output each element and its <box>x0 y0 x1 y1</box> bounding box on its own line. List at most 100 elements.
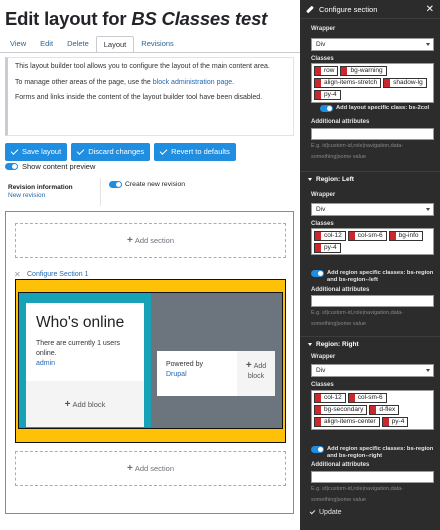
remove-class-icon[interactable] <box>382 418 389 426</box>
right-classes-input[interactable]: col-12 col-sm-6 bg-secondary d-flex alig… <box>311 390 434 430</box>
remove-class-icon[interactable] <box>384 79 391 87</box>
add-section-bottom[interactable]: + Add section <box>15 451 286 486</box>
pencil-icon <box>306 5 314 13</box>
class-chip: col-12 <box>314 393 346 403</box>
check-icon <box>10 147 19 155</box>
remove-class-icon[interactable] <box>348 394 355 402</box>
drupal-link[interactable]: Drupal <box>166 370 203 380</box>
block-admin-link[interactable]: block administration page <box>153 79 232 86</box>
remove-class-icon[interactable] <box>315 406 321 414</box>
content-preview-toggle[interactable] <box>5 163 18 170</box>
add-block-left[interactable]: + Add block <box>26 381 144 427</box>
action-buttons: Save layout Discard changes Revert to de… <box>5 143 236 161</box>
sidebar-title: Configure section <box>319 4 378 14</box>
region-left: Who's online There are currently 1 users… <box>19 293 151 427</box>
remove-class-icon[interactable] <box>341 67 348 75</box>
remove-class-icon[interactable] <box>370 406 377 414</box>
additional-attributes-label: Additional attributes <box>311 287 370 293</box>
attributes-hint: something|some value <box>311 154 366 160</box>
wrapper-select[interactable]: Div <box>311 38 434 51</box>
region-right: Powered by Drupal + Add block <box>157 351 275 396</box>
attributes-hint: E.g. id|custom-id,role|navigation,data- <box>311 310 404 316</box>
save-layout-button[interactable]: Save layout <box>5 143 68 161</box>
section-wrapper: Who's online There are currently 1 users… <box>15 279 286 443</box>
wrapper-label: Wrapper <box>311 354 336 360</box>
revision-subtitle: New revision <box>8 192 46 199</box>
show-content-preview: Show content preview <box>5 162 95 171</box>
class-chip: align-items-center <box>314 417 380 427</box>
left-specific-class-row: Add region specific classes: bs-region a… <box>311 270 435 284</box>
additional-attributes-label: Additional attributes <box>311 462 370 468</box>
left-attributes-input[interactable] <box>311 295 434 307</box>
class-chip: col-sm-6 <box>347 231 387 241</box>
left-wrapper-select[interactable]: Div <box>311 203 434 216</box>
remove-class-icon[interactable] <box>348 232 355 240</box>
remove-class-icon[interactable] <box>315 418 321 426</box>
main-content: Edit layout for BS Classes test View Edi… <box>0 0 300 530</box>
tab-view[interactable]: View <box>3 36 33 53</box>
additional-attributes-input[interactable] <box>311 128 434 140</box>
revision-information[interactable]: Revision information New revision <box>5 178 101 206</box>
remove-class-icon[interactable] <box>389 232 396 240</box>
region-right-summary[interactable]: Region: Right <box>300 336 440 351</box>
remove-section-icon[interactable]: ✕ <box>14 270 21 279</box>
remove-class-icon[interactable] <box>315 91 321 99</box>
region-left-summary[interactable]: Region: Left <box>300 171 440 186</box>
wrapper-classes-input[interactable]: row bg-warning align-items-stretch shado… <box>311 63 434 103</box>
plus-icon: + <box>245 360 252 371</box>
attributes-hint: E.g. id|custom-id,role|navigation,data- <box>311 486 404 492</box>
class-chip: py-4 <box>314 90 341 100</box>
class-chip: col-12 <box>314 231 346 241</box>
class-chip: row <box>314 66 339 76</box>
page-title: Edit layout for BS Classes test <box>5 8 268 29</box>
close-icon[interactable]: ✕ <box>426 4 434 15</box>
remove-class-icon[interactable] <box>315 394 321 402</box>
add-block-right[interactable]: + Add block <box>237 351 275 396</box>
right-wrapper-select[interactable]: Div <box>311 364 434 377</box>
add-section-top[interactable]: + Add section <box>15 223 286 258</box>
class-chip: bg-secondary <box>314 405 368 415</box>
online-user-link[interactable]: admin <box>36 360 134 367</box>
additional-attributes-label: Additional attributes <box>311 119 370 125</box>
remove-class-icon[interactable] <box>315 79 321 87</box>
tab-edit[interactable]: Edit <box>33 36 60 53</box>
remove-class-icon[interactable] <box>315 244 321 252</box>
classes-label: Classes <box>311 221 334 227</box>
layout-specific-class-row: Add layout specific class: bs-2col <box>320 105 440 112</box>
whos-online-block[interactable]: Who's online There are currently 1 users… <box>26 303 144 427</box>
chevron-down-icon <box>308 177 312 181</box>
class-chip: py-4 <box>314 243 341 253</box>
remove-class-icon[interactable] <box>315 232 321 240</box>
right-attributes-input[interactable] <box>311 471 434 483</box>
tab-revisions[interactable]: Revisions <box>134 36 181 53</box>
class-chip: bg-info <box>388 231 423 241</box>
tab-delete[interactable]: Delete <box>60 36 96 53</box>
new-revision-row: Create new revision <box>109 181 185 188</box>
layout-builder: + Add section ✕ Configure Section 1 Who's… <box>5 211 294 514</box>
class-chip: shadow-lg <box>383 78 427 88</box>
chevron-down-icon <box>308 342 312 346</box>
plus-icon: + <box>126 463 133 474</box>
wrapper-label: Wrapper <box>311 26 336 32</box>
left-specific-class-toggle[interactable] <box>311 270 324 277</box>
new-revision-toggle[interactable] <box>109 181 122 188</box>
plus-icon: + <box>126 235 133 246</box>
plus-icon: + <box>64 398 71 410</box>
configure-section-link[interactable]: Configure Section 1 <box>27 271 88 278</box>
block-text: There are currently 1 users online. <box>36 340 121 357</box>
tab-layout[interactable]: Layout <box>95 36 135 53</box>
sidebar-header: Configure section ✕ <box>300 0 440 19</box>
right-specific-class-toggle[interactable] <box>311 446 324 453</box>
update-button[interactable]: Update <box>309 508 342 516</box>
primary-tabs: View Edit Delete Layout Revisions <box>3 36 181 53</box>
class-chip: align-items-stretch <box>314 78 382 88</box>
powered-by-block[interactable]: Powered by Drupal <box>166 360 203 380</box>
check-icon <box>76 147 85 155</box>
layout-specific-class-toggle[interactable] <box>320 105 333 112</box>
discard-changes-button[interactable]: Discard changes <box>71 143 151 161</box>
class-chip: d-flex <box>369 405 400 415</box>
off-canvas-sidebar: Configure section ✕ Wrapper Div Classes … <box>300 0 440 530</box>
revert-defaults-button[interactable]: Revert to defaults <box>154 143 236 161</box>
remove-class-icon[interactable] <box>315 67 321 75</box>
left-classes-input[interactable]: col-12 col-sm-6 bg-info py-4 <box>311 228 434 255</box>
